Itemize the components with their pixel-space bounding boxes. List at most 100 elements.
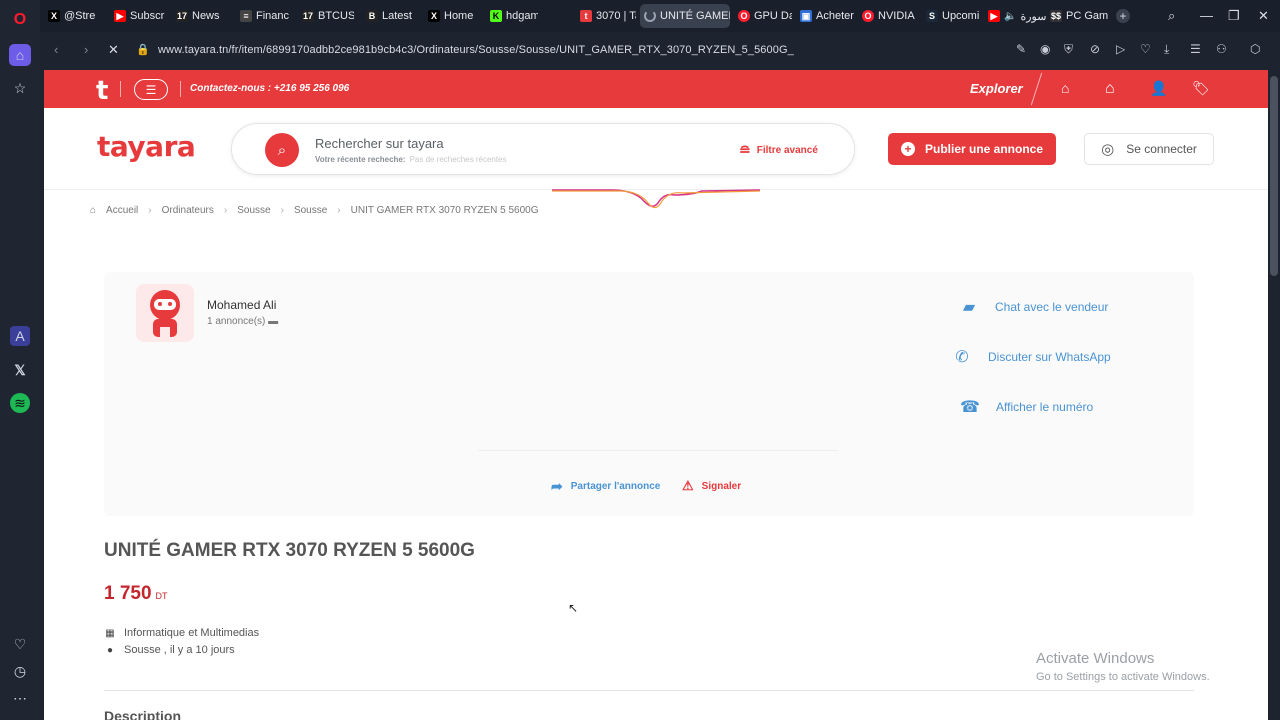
- x-sidebar-icon[interactable]: 𝕏: [10, 360, 30, 380]
- star-icon[interactable]: ☆: [10, 78, 30, 98]
- opera-logo-icon[interactable]: O: [10, 10, 30, 30]
- stop-loading-icon[interactable]: ✕: [108, 42, 119, 58]
- explorer-link[interactable]: Explorer: [970, 81, 1023, 96]
- breadcrumb-current: UNIT GAMER RTX 3070 RYZEN 5 5600G: [350, 205, 539, 216]
- phone-icon: ☎: [960, 399, 980, 416]
- search-icon[interactable]: ⌕: [265, 133, 299, 167]
- heart-icon[interactable]: ♡: [10, 634, 30, 654]
- aria-icon[interactable]: A: [10, 326, 30, 346]
- topbar-logo[interactable]: t: [96, 76, 108, 106]
- seller-card: Mohamed Ali 1 annonce(s) ▬ ▰ Chat avec le…: [104, 272, 1194, 516]
- lock-icon[interactable]: 🔒: [136, 43, 150, 56]
- tab-14[interactable]: ▶ 🔈 سورة: [984, 4, 1046, 28]
- history-icon[interactable]: ◷: [10, 661, 30, 681]
- tab-1[interactable]: ▶ Subscr: [110, 4, 166, 28]
- minimize-icon[interactable]: —: [1200, 8, 1213, 23]
- address-bar: ‹ › ✕ 🔒 www.tayara.tn/fr/item/6899170adb…: [40, 32, 1280, 68]
- search-input[interactable]: Rechercher sur tayara: [315, 136, 444, 151]
- filter-icon: ≘: [739, 142, 751, 158]
- download-icon[interactable]: ⤓: [1164, 42, 1169, 57]
- tab-7[interactable]: Khdgam: [486, 4, 538, 28]
- back-icon[interactable]: ‹: [54, 42, 58, 57]
- breadcrumb-item[interactable]: Ordinateurs: [162, 205, 214, 216]
- new-tab-icon[interactable]: +: [1116, 9, 1130, 23]
- tab-3[interactable]: ≡ Financ: [236, 4, 290, 28]
- scrollbar[interactable]: [1268, 70, 1280, 720]
- tab-8[interactable]: t3070 | Ta: [576, 4, 636, 28]
- report-button[interactable]: ⚠ Signaler: [682, 478, 741, 494]
- k-icon: K: [490, 10, 502, 22]
- show-phone-button[interactable]: ☎ Afficher le numéro: [960, 397, 1093, 417]
- tab-5[interactable]: B Latest: [362, 4, 412, 28]
- camera-icon[interactable]: ◉: [1040, 42, 1050, 56]
- menu-button[interactable]: ☰: [134, 79, 168, 100]
- store-icon[interactable]: ⌂: [1061, 80, 1069, 96]
- tab-10[interactable]: OGPU Dat: [734, 4, 792, 28]
- close-icon[interactable]: ✕: [1258, 8, 1269, 24]
- tab-6[interactable]: X Home: [424, 4, 476, 28]
- home-icon[interactable]: ⌂: [9, 44, 31, 66]
- profile-icon[interactable]: ⚇: [1216, 42, 1227, 56]
- vpn-icon[interactable]: ⊘: [1090, 42, 1100, 56]
- listing-price: 1 750 DT: [104, 583, 168, 604]
- breadcrumb-item[interactable]: Accueil: [106, 205, 138, 216]
- user-circle-icon: ◎: [1101, 141, 1115, 158]
- tab-2[interactable]: 17 News: [172, 4, 226, 28]
- breadcrumb-item[interactable]: Sousse: [294, 205, 327, 216]
- home-icon[interactable]: ⌂: [1105, 80, 1115, 98]
- finance-icon: ≡: [240, 10, 252, 22]
- chat-seller-button[interactable]: ▰ Chat avec le vendeur: [959, 297, 1109, 317]
- divider: [104, 690, 1194, 691]
- recent-searches: Votre récente recheche: Pas de recheches …: [315, 155, 507, 164]
- spotify-icon[interactable]: ≋: [10, 393, 30, 413]
- youtube-icon: ▶: [114, 10, 126, 22]
- x-icon: X: [428, 10, 440, 22]
- opera-icon: O: [738, 10, 750, 22]
- forward-icon[interactable]: ›: [84, 42, 88, 57]
- shop-icon: ▣: [800, 10, 812, 22]
- extensions-icon[interactable]: ⬡: [1250, 42, 1260, 56]
- loading-icon: [644, 10, 656, 22]
- mute-icon[interactable]: 🔈: [1004, 11, 1016, 22]
- seller-listing-count: 1 annonce(s) ▬: [207, 316, 279, 327]
- youtube-icon: ▶: [988, 10, 1000, 22]
- whatsapp-button[interactable]: ✆ Discuter sur WhatsApp: [952, 347, 1110, 367]
- browser-sidebar: O ⌂ ☆ A 𝕏 ≋ ♡ ◷ ⋯: [0, 0, 40, 720]
- seller-name[interactable]: Mohamed Ali: [207, 298, 276, 312]
- tab-11[interactable]: ▣ Acheter: [796, 4, 854, 28]
- publish-button[interactable]: + Publier une annonce: [888, 133, 1056, 165]
- favorite-icon[interactable]: ♡: [1140, 42, 1151, 56]
- tag-icon[interactable]: 🏷: [1192, 80, 1210, 97]
- description-heading: Description: [104, 708, 182, 720]
- hamburger-icon: ☰: [145, 82, 157, 97]
- tv-icon: 17: [302, 10, 314, 22]
- user-icon[interactable]: 👤: [1150, 80, 1167, 97]
- shield-icon[interactable]: ⛨: [1064, 42, 1073, 57]
- url-field[interactable]: www.tayara.tn/fr/item/6899170adbb2ce981b…: [158, 44, 794, 56]
- listing-title: UNITÉ GAMER RTX 3070 RYZEN 5 5600G: [104, 540, 475, 561]
- play-icon[interactable]: ▷: [1116, 42, 1125, 56]
- breadcrumb-item[interactable]: Sousse: [237, 205, 270, 216]
- search-tabs-icon[interactable]: ⌕: [1168, 8, 1175, 24]
- easy-setup-icon[interactable]: ☰: [1190, 42, 1201, 56]
- tab-15[interactable]: $$ PC Gam: [1046, 4, 1108, 28]
- tab-4[interactable]: 17 BTCUS: [298, 4, 354, 28]
- contact-text: Contactez-nous : +216 95 256 096: [190, 83, 350, 94]
- tab-9-active[interactable]: UNITÉ GAMER: [640, 4, 730, 28]
- maximize-icon[interactable]: ❐: [1228, 8, 1240, 24]
- advanced-filter-button[interactable]: ≘ Filtre avancé: [739, 142, 818, 159]
- robot-avatar-icon: [150, 290, 180, 337]
- tab-12[interactable]: O NVIDIA: [858, 4, 916, 28]
- breadcrumb-home-icon[interactable]: ⌂: [90, 205, 96, 216]
- chat-icon: ▰: [962, 299, 976, 316]
- tab-13[interactable]: S Upcomi: [922, 4, 980, 28]
- login-button[interactable]: ◎ Se connecter: [1084, 133, 1214, 165]
- divider: [120, 81, 121, 97]
- search-box[interactable]: ⌕ Rechercher sur tayara Votre récente re…: [231, 123, 855, 175]
- scrollbar-thumb[interactable]: [1270, 76, 1278, 276]
- more-icon[interactable]: ⋯: [10, 688, 30, 708]
- share-button[interactable]: ➦ Partager l'annonce: [551, 478, 660, 495]
- edit-icon[interactable]: ✎: [1016, 42, 1026, 56]
- brand-logo[interactable]: tayara: [97, 130, 196, 163]
- tab-0[interactable]: X @Stre: [44, 4, 104, 28]
